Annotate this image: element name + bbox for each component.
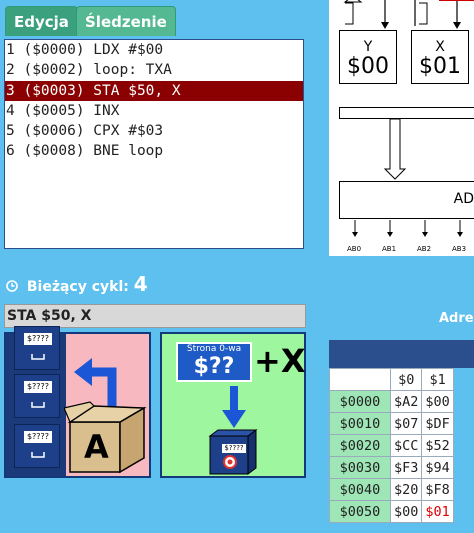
memory-cell[interactable]: $07 [389, 412, 423, 435]
tab-sledzenie[interactable]: Śledzenie [76, 6, 176, 36]
address-bus-lines [352, 220, 463, 237]
memory-cell[interactable]: $00 [421, 390, 454, 413]
code-line[interactable]: 4 ($0005) INX [5, 101, 303, 121]
row-address: $0050 [329, 500, 391, 523]
drawer-handle-icon [31, 402, 45, 408]
memory-cell[interactable]: $DF [421, 412, 454, 435]
memory-drawer: $???? [14, 374, 60, 418]
memory-cell[interactable]: $F3 [389, 456, 423, 479]
code-line[interactable]: 6 ($0008) BNE loop [5, 141, 303, 161]
table-row: $0010 $07 $DF [329, 412, 454, 435]
register-name: Y [363, 39, 373, 55]
bus-arrows-icon [343, 0, 474, 29]
register-value: $00 [347, 54, 389, 79]
zero-page-sign: Strona 0-wa $?? [176, 342, 252, 382]
table-corner [329, 368, 391, 391]
memory-cell[interactable]: $94 [421, 456, 454, 479]
memory-drawer: $???? [14, 424, 60, 468]
row-address: $0010 [329, 412, 391, 435]
bus-label: AB2 [417, 245, 432, 253]
drawer-label: $???? [24, 333, 52, 345]
tab-edycja[interactable]: Edycja [5, 6, 78, 36]
accumulator-letter: A [84, 428, 109, 466]
memory-cell[interactable]: $20 [389, 478, 423, 501]
memory-drawer: $???? [14, 326, 60, 370]
register-value: $01 [419, 54, 461, 79]
store-accumulator-panel: $???? $???? $???? A [4, 326, 151, 478]
table-row: $0040 $20 $F8 [329, 478, 454, 501]
column-header: $0 [389, 368, 423, 391]
zero-page-value: $?? [193, 354, 235, 379]
register-x: X $01 [411, 30, 469, 84]
memory-cell-written[interactable]: $01 [421, 500, 454, 523]
row-address: $0000 [329, 390, 391, 413]
address-register: AD [339, 181, 474, 219]
memory-cell[interactable]: $CC [389, 434, 423, 457]
cycle-label: Bieżący cykl: [26, 279, 129, 295]
row-address: $0020 [329, 434, 391, 457]
arrow-down-icon [222, 386, 246, 428]
memory-table: $0 $1 $0000 $A2 $00 $0010 $07 $DF $0020 … [329, 368, 454, 523]
column-header: $1 [421, 368, 454, 391]
address-register-label: AD [453, 191, 474, 207]
memory-cell[interactable]: $F8 [421, 478, 454, 501]
register-y: Y $00 [339, 30, 397, 84]
code-line[interactable]: 2 ($0002) loop: TXA [5, 60, 303, 80]
bus-down-arrow-icon [383, 119, 407, 180]
code-editor[interactable]: 1 ($0000) LDX #$00 2 ($0002) loop: TXA 3… [4, 39, 304, 249]
table-row: $0000 $A2 $00 [329, 390, 454, 413]
offset-x-label: +X [254, 342, 306, 380]
drawer-handle-icon [31, 354, 45, 360]
bus-label: AB0 [347, 245, 362, 253]
cpu-diagram: Y $00 X $01 AD AB0 AB1 AB2 AB3 [329, 0, 474, 256]
clock-icon [6, 280, 18, 292]
memory-cell[interactable]: $A2 [389, 390, 423, 413]
current-instruction: STA $50, X [4, 304, 306, 328]
zero-page-indexed-panel: Strona 0-wa $?? +X $???? [160, 332, 306, 478]
register-name: X [435, 39, 445, 55]
drawer-label: $???? [24, 431, 52, 443]
internal-bus [339, 107, 474, 119]
code-line-current[interactable]: 3 ($0003) STA $50, X [5, 80, 303, 101]
table-row: $0030 $F3 $94 [329, 456, 454, 479]
memory-title: Adres [439, 311, 474, 326]
drawer-handle-icon [31, 452, 45, 458]
bus-label: AB1 [382, 245, 397, 253]
table-row: $0020 $CC $52 [329, 434, 454, 457]
code-line[interactable]: 1 ($0000) LDX #$00 [5, 40, 303, 60]
cycle-indicator: Bieżący cykl: 4 [6, 272, 148, 296]
code-line[interactable]: 5 ($0006) CPX #$03 [5, 121, 303, 141]
row-address: $0030 [329, 456, 391, 479]
row-address: $0040 [329, 478, 391, 501]
target-address-label: $???? [222, 444, 246, 453]
memory-header-bar [329, 340, 474, 368]
drawer-label: $???? [24, 381, 52, 393]
cycle-value: 4 [133, 272, 148, 296]
memory-cell[interactable]: $52 [421, 434, 454, 457]
memory-cell[interactable]: $00 [389, 500, 423, 523]
table-header-row: $0 $1 [329, 368, 454, 391]
bus-label: AB3 [452, 245, 467, 253]
table-row: $0050 $00 $01 [329, 500, 454, 523]
